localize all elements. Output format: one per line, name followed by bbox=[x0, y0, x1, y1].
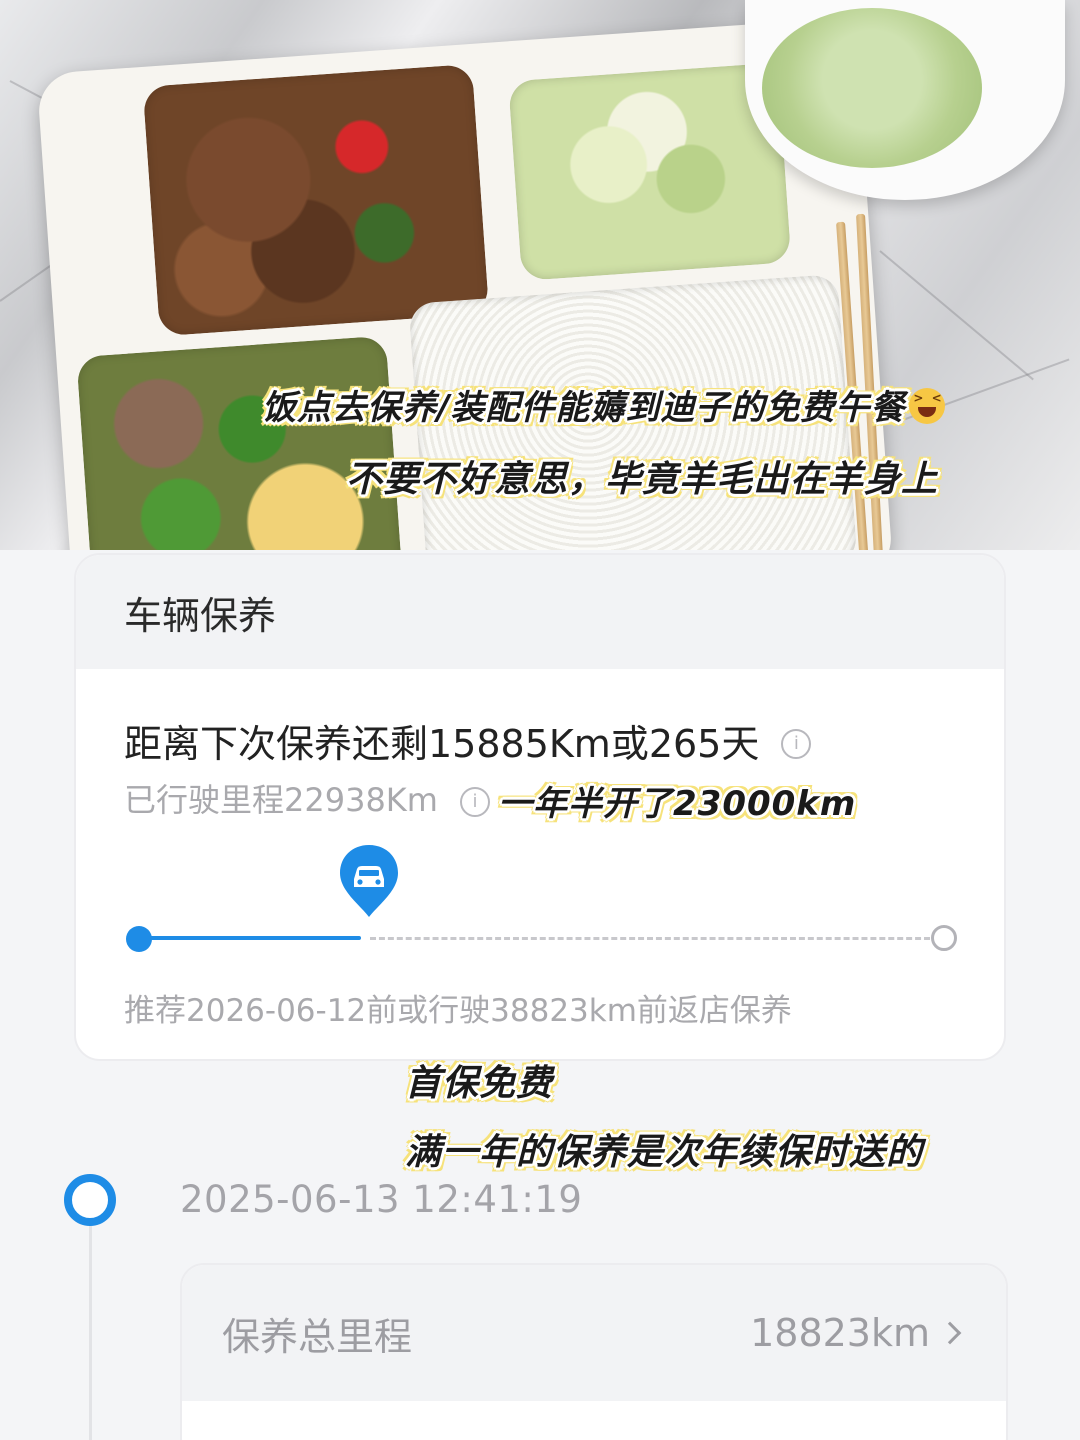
driven-mileage: 已行驶里程22938Km i bbox=[124, 775, 490, 821]
info-icon[interactable]: i bbox=[781, 729, 812, 759]
soup bbox=[762, 8, 982, 168]
timeline-line bbox=[89, 1218, 92, 1440]
braised-meat-compartment bbox=[142, 63, 490, 337]
caption-line-5: 满一年的保养是次年续保时送的 bbox=[405, 1132, 924, 1173]
total-mileage-label: 保养总里程 bbox=[222, 1314, 413, 1359]
remaining-until-service: 距离下次保养还剩15885Km或265天 i bbox=[124, 713, 812, 768]
progress-remaining-dashes bbox=[370, 937, 930, 940]
total-mileage-row[interactable]: 保养总里程 18823km bbox=[182, 1265, 1006, 1401]
timeline-entry-time: 2025-06-13 12:41:19 bbox=[180, 1178, 583, 1221]
grinning-squint-emoji-icon bbox=[909, 388, 946, 424]
caption-line-4: 首保免费 bbox=[405, 1063, 554, 1104]
caption-line-3: 一年半开了23000km bbox=[498, 784, 857, 824]
progress-completed-bar bbox=[140, 936, 361, 940]
car-location-pin-icon bbox=[340, 845, 398, 917]
caption-line-2: 不要不好意思，毕竟羊毛出在羊身上 bbox=[346, 459, 939, 500]
progress-start-dot bbox=[126, 926, 152, 952]
driven-mileage-text: 已行驶里程22938Km bbox=[124, 781, 438, 819]
total-mileage-value-group: 18823km bbox=[750, 1311, 962, 1355]
progress-end-dot bbox=[931, 925, 957, 951]
info-icon[interactable]: i bbox=[459, 787, 490, 817]
card-title: 车辆保养 bbox=[124, 593, 277, 638]
green-beans-compartment bbox=[76, 335, 403, 550]
maintenance-progress-track bbox=[126, 923, 957, 953]
total-mileage-value: 18823km bbox=[750, 1311, 930, 1355]
maintenance-record-card[interactable]: 保养总里程 18823km bbox=[180, 1263, 1008, 1440]
caption-line-1: 饭点去保养/装配件能薅到迪子的免费午餐 bbox=[262, 380, 946, 429]
remaining-text: 距离下次保养还剩15885Km或265天 bbox=[124, 722, 760, 766]
card-header: 车辆保养 bbox=[76, 555, 1004, 669]
chevron-right-icon[interactable] bbox=[938, 1321, 962, 1345]
caption-line-1-text: 饭点去保养/装配件能薅到迪子的免费午餐 bbox=[262, 388, 906, 428]
timeline-node-icon bbox=[64, 1174, 116, 1226]
recommendation-text: 推荐2026-06-12前或行驶38823km前返店保养 bbox=[124, 993, 792, 1029]
lunch-photo: 饭点去保养/装配件能薅到迪子的免费午餐 不要不好意思，毕竟羊毛出在羊身上 bbox=[0, 0, 1080, 550]
marble-vein bbox=[879, 250, 1034, 381]
